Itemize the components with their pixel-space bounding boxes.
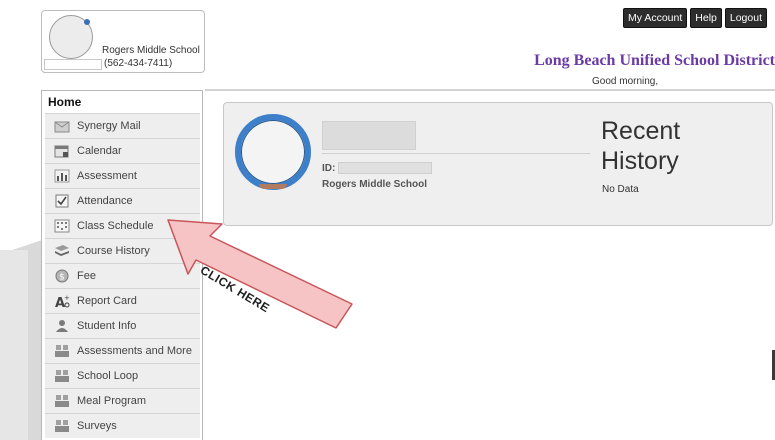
dollar-icon: $ [53,269,71,283]
bar-chart-icon [53,169,71,183]
sidebar-item-label: Surveys [77,420,117,432]
student-id-redacted [338,162,432,174]
account-toolbar: My Account Help Logout [622,8,767,28]
card-divider [322,153,590,154]
sidebar-item-label: Course History [77,245,150,257]
student-card: ID: Rogers Middle School Recent History … [223,102,773,226]
logout-button[interactable]: Logout [724,8,767,28]
books-icon [53,244,71,258]
sidebar-item-label: School Loop [77,370,139,382]
district-name: Long Beach Unified School District [534,52,775,69]
help-button[interactable]: Help [690,8,722,28]
sidebar-item-label: Attendance [77,195,133,207]
sidebar-item-label: Meal Program [77,395,147,407]
greeting-text: Good morning, [592,76,659,87]
sidebar-item-meal-program[interactable]: Meal Program [45,388,200,413]
sidebar-item-school-loop[interactable]: School Loop [45,363,200,388]
school-select-field[interactable] [44,59,102,70]
school-logo [49,15,93,59]
my-account-button[interactable]: My Account [622,8,688,28]
people-icon [53,369,71,383]
svg-text:+: + [64,294,70,302]
sidebar-item-label: Class Schedule [77,220,154,232]
sidebar-item-label: Student Info [77,320,137,332]
sidebar-item-label: Fee [77,270,96,282]
calendar-icon [53,144,71,158]
sidebar-item-surveys[interactable]: Surveys [45,413,200,438]
school-phone: (562-434-7411) [104,58,173,69]
school-name: Rogers Middle School [102,45,200,56]
student-id-label: ID: [322,163,336,174]
header-divider [205,89,775,91]
school-card: Rogers Middle School (562-434-7411) [41,10,205,73]
sidebar-item-assessments-and-more[interactable]: Assessments and More [45,338,200,363]
sidebar-item-label: Assessments and More [77,345,192,357]
student-avatar [235,114,311,190]
background-decoration [0,250,28,440]
sidebar-item-label: Assessment [77,170,137,182]
sidebar-item-assessment[interactable]: Assessment [45,163,200,188]
grade-icon: A + [53,294,71,308]
sidebar-item-synergy-mail[interactable]: Synergy Mail [45,113,200,138]
sidebar-item-label: Report Card [77,295,137,307]
recent-history-value: No Data [602,184,639,195]
recent-history-title: Recent History [601,117,681,175]
student-name-redacted [322,121,416,150]
sidebar-item-label: Synergy Mail [77,120,141,132]
svg-text:$: $ [59,273,65,283]
schedule-grid-icon [53,219,71,233]
people-icon [53,394,71,408]
student-icon [53,319,71,333]
people-icon [53,419,71,433]
sidebar-item-label: Calendar [77,145,122,157]
student-school: Rogers Middle School [322,179,428,190]
people-icon [53,344,71,358]
mail-icon [53,119,71,133]
checkbox-icon [53,194,71,208]
home-tab[interactable]: Home [42,91,202,113]
sidebar-item-calendar[interactable]: Calendar [45,138,200,163]
